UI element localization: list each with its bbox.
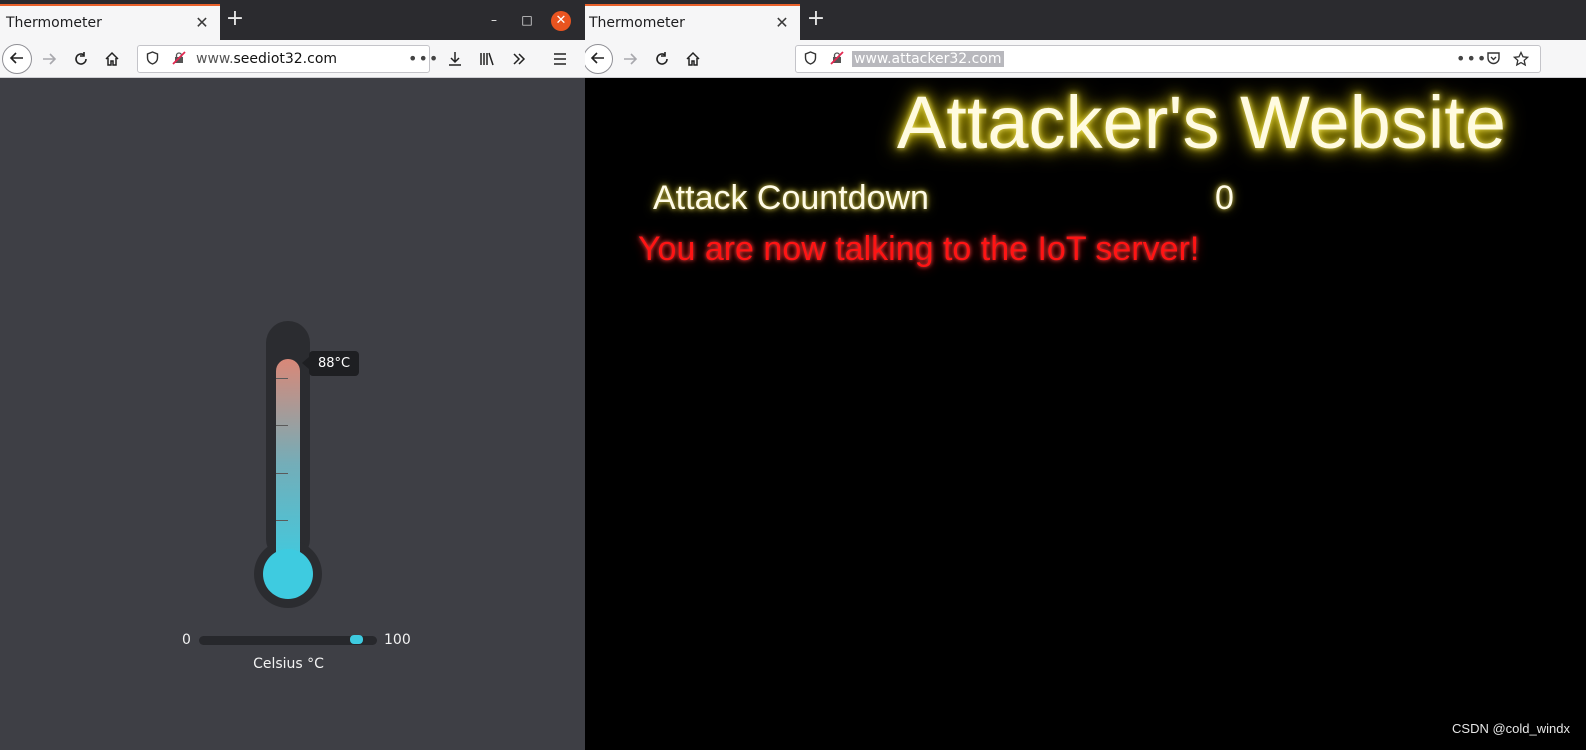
- screen: Thermometer ✕ + – □ ✕ www.seediot32.com …: [0, 0, 1586, 750]
- attack-message: You are now talking to the IoT server!: [638, 230, 1200, 268]
- tab-bar: Thermometer ✕ + – □ ✕: [0, 0, 585, 40]
- forward-arrow-icon[interactable]: [616, 45, 644, 73]
- url-prefix: www.: [196, 51, 234, 67]
- page-actions-icon[interactable]: •••: [408, 49, 439, 68]
- bookmark-star-icon[interactable]: [1512, 50, 1530, 67]
- page-title: Attacker's Website: [896, 81, 1506, 164]
- thermometer-tick: [276, 378, 288, 379]
- home-icon[interactable]: [679, 45, 707, 73]
- temperature-tooltip: 88°C: [301, 351, 360, 376]
- unit-label: Celsius °C: [253, 656, 324, 672]
- left-browser-window: Thermometer ✕ + – □ ✕ www.seediot32.com …: [0, 0, 585, 750]
- tab-bar: Thermometer ✕ +: [585, 0, 1586, 40]
- hamburger-menu-icon[interactable]: [546, 45, 574, 73]
- nav-toolbar: www.seediot32.com •••: [0, 40, 585, 78]
- tab-title: Thermometer: [6, 15, 102, 31]
- pocket-icon[interactable]: [1485, 51, 1501, 67]
- tab-close-icon[interactable]: ✕: [193, 14, 211, 32]
- window-close-icon[interactable]: ✕: [551, 11, 571, 31]
- shield-icon[interactable]: [144, 51, 160, 67]
- thermometer-fill: [276, 359, 300, 568]
- tab-thermometer[interactable]: Thermometer ✕: [0, 4, 220, 40]
- slider-max-label: 100: [384, 632, 411, 648]
- shield-icon[interactable]: [802, 51, 818, 67]
- temperature-slider[interactable]: [199, 635, 377, 645]
- thermometer-bulb: [263, 549, 313, 599]
- new-tab-button[interactable]: +: [223, 8, 247, 32]
- countdown-value: 0: [1215, 179, 1234, 217]
- tab-thermometer[interactable]: Thermometer ✕: [585, 4, 800, 40]
- insecure-lock-icon[interactable]: [171, 51, 187, 67]
- reload-icon[interactable]: [648, 45, 676, 73]
- watermark: CSDN @cold_windx: [1452, 721, 1570, 736]
- url-bar[interactable]: www.attacker32.com •••: [795, 45, 1541, 73]
- back-arrow-icon[interactable]: [2, 44, 32, 74]
- slider-handle[interactable]: [349, 635, 363, 644]
- url-text[interactable]: www.seediot32.com: [196, 51, 337, 67]
- forward-arrow-icon[interactable]: [35, 45, 63, 73]
- tab-title: Thermometer: [589, 15, 685, 31]
- url-domain: seediot32.com: [233, 51, 338, 67]
- url-text-selected[interactable]: www.attacker32.com: [852, 51, 1004, 67]
- nav-toolbar: www.attacker32.com •••: [585, 40, 1586, 78]
- maximize-icon[interactable]: □: [519, 12, 535, 28]
- slider-min-label: 0: [182, 632, 191, 648]
- insecure-lock-icon[interactable]: [829, 51, 845, 67]
- right-browser-window: Thermometer ✕ + www.attacker32.com ••• A…: [585, 0, 1586, 750]
- attacker-page: Attacker's Website Attack Countdown 0 Yo…: [585, 78, 1586, 750]
- back-arrow-icon[interactable]: [585, 44, 613, 74]
- thermometer-tick: [276, 425, 288, 426]
- minimize-icon[interactable]: –: [486, 12, 502, 28]
- thermometer-page: 88°C 0 100 Celsius °C: [0, 78, 585, 750]
- thermometer-tick: [276, 520, 288, 521]
- overflow-chevron-icon[interactable]: [505, 45, 533, 73]
- download-icon[interactable]: [441, 45, 469, 73]
- reload-icon[interactable]: [67, 45, 95, 73]
- url-bar[interactable]: www.seediot32.com •••: [137, 45, 438, 73]
- library-icon[interactable]: [473, 45, 501, 73]
- countdown-label: Attack Countdown: [653, 179, 929, 217]
- new-tab-button[interactable]: +: [804, 8, 828, 32]
- tab-close-icon[interactable]: ✕: [773, 14, 791, 32]
- page-actions-icon[interactable]: •••: [1456, 49, 1487, 68]
- home-icon[interactable]: [98, 45, 126, 73]
- thermometer-tick: [276, 473, 288, 474]
